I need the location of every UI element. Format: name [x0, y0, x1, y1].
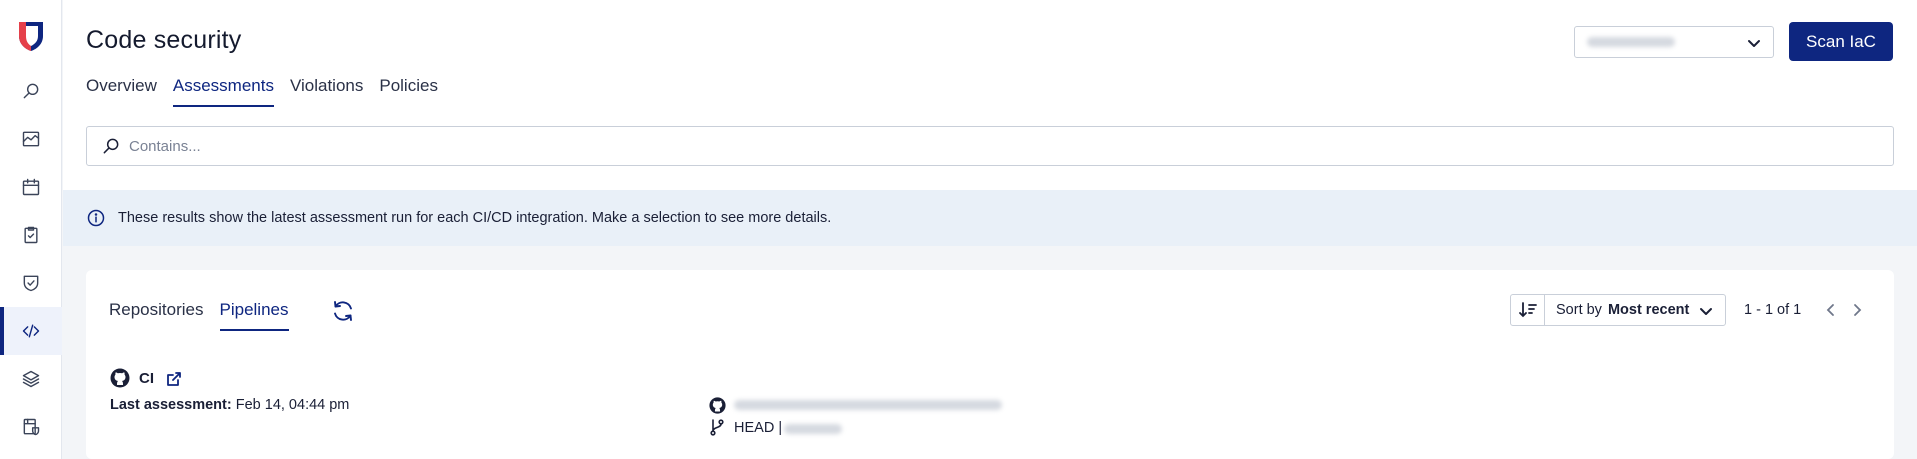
- sidebar-item-policies[interactable]: [0, 259, 62, 307]
- repository-url-redacted: [734, 400, 1002, 410]
- list-item[interactable]: CI Last assessment: Feb 14, 04:44 pm HEA…: [86, 366, 1894, 459]
- github-icon: [709, 397, 726, 414]
- select-value-redacted: [1587, 37, 1675, 47]
- environment-select[interactable]: [1574, 26, 1774, 58]
- branch-name: HEAD |: [734, 420, 783, 436]
- main-content: Code security Overview Assessments Viola…: [63, 0, 1917, 459]
- sort-control[interactable]: Sort by Most recent: [1510, 294, 1726, 326]
- sidebar-item-data[interactable]: [0, 403, 62, 451]
- last-assessment: Last assessment: Feb 14, 04:44 pm: [110, 397, 349, 413]
- chevron-down-icon: [1747, 36, 1761, 50]
- refresh-button[interactable]: [330, 298, 356, 324]
- github-icon: [110, 368, 130, 388]
- tab-violations[interactable]: Violations: [290, 76, 371, 106]
- tab-overview[interactable]: Overview: [86, 76, 165, 106]
- page-title: Code security: [86, 26, 242, 54]
- open-external-link[interactable]: [166, 371, 182, 387]
- sidebar-item-search[interactable]: [0, 67, 62, 115]
- tab-pipelines[interactable]: Pipelines: [219, 300, 289, 331]
- search-bar: [86, 126, 1894, 166]
- chart-icon: [22, 131, 40, 147]
- search-input[interactable]: [129, 137, 1829, 155]
- sidebar-item-layers[interactable]: [0, 355, 62, 403]
- pipeline-name: CI: [139, 370, 154, 387]
- sort-direction-button[interactable]: [1511, 295, 1545, 325]
- tab-policies[interactable]: Policies: [379, 76, 446, 106]
- chevron-right-icon: [1854, 304, 1862, 316]
- scan-iac-button[interactable]: Scan IaC: [1789, 22, 1893, 61]
- info-banner-text: These results show the latest assessment…: [118, 210, 832, 226]
- last-assessment-value: Feb 14, 04:44 pm: [235, 397, 350, 413]
- last-assessment-label: Last assessment:: [110, 397, 232, 413]
- sidebar-item-tasks[interactable]: [0, 211, 62, 259]
- search-icon: [103, 138, 119, 154]
- commit-hash-redacted: [784, 424, 842, 434]
- previous-page-button[interactable]: [1823, 301, 1839, 319]
- git-branch-icon: [709, 418, 725, 436]
- next-page-button[interactable]: [1849, 301, 1865, 319]
- pagination-summary: 1 - 1 of 1: [1744, 302, 1802, 318]
- tab-assessments[interactable]: Assessments: [172, 76, 282, 107]
- sort-descending-icon: [1518, 302, 1537, 318]
- calendar-icon: [22, 178, 40, 196]
- page-header: Code security Overview Assessments Viola…: [63, 0, 1917, 190]
- chevron-down-icon: [1699, 304, 1713, 318]
- shield-logo[interactable]: [17, 20, 45, 52]
- sidebar: [0, 0, 62, 459]
- assessments-card: Repositories Pipelines Sort by Most rece…: [86, 270, 1894, 459]
- sort-value: Most recent: [1607, 302, 1690, 318]
- info-icon: [87, 209, 105, 227]
- source-tab-bar: Repositories Pipelines: [109, 300, 305, 331]
- database-shield-icon: [23, 418, 40, 436]
- clipboard-check-icon: [24, 226, 38, 244]
- tab-bar: Overview Assessments Violations Policies: [86, 76, 454, 107]
- external-link-icon: [167, 372, 181, 386]
- info-banner: These results show the latest assessment…: [63, 190, 1917, 246]
- tab-repositories[interactable]: Repositories: [109, 300, 204, 330]
- search-icon: [23, 83, 39, 99]
- shield-check-icon: [23, 275, 39, 292]
- sidebar-item-dashboard[interactable]: [0, 115, 62, 163]
- sidebar-item-calendar[interactable]: [0, 163, 62, 211]
- chevron-left-icon: [1826, 304, 1834, 316]
- refresh-icon: [334, 301, 352, 321]
- layers-icon: [22, 370, 40, 388]
- sort-label: Sort by: [1556, 302, 1602, 318]
- sidebar-item-code-security[interactable]: [0, 307, 62, 355]
- code-icon: [22, 324, 40, 338]
